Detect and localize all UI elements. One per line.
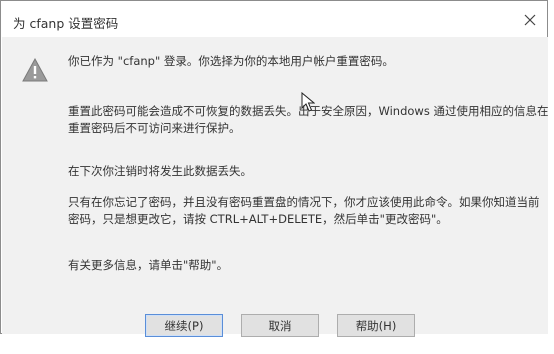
message-intro: 你已作为 "cfanp" 登录。你选择为你的本地用户帐户重置密码。 — [68, 54, 394, 68]
continue-button[interactable]: 继续(P) — [145, 314, 223, 337]
message-usage-line-1: 只有在你忘记了密码，并且没有密码重置盘的情况下，你才应该使用此命令。如果你知道当… — [68, 195, 540, 209]
set-password-dialog: 为 cfanp 设置密码 你已作为 "cfanp" 登录。你选择为你的本地用户帐… — [0, 0, 549, 337]
message-usage-line-2: 密码，只是想更改它，请按 CTRL+ALT+DELETE，然后单击"更改密码"。 — [68, 212, 448, 226]
message-warning-line-1: 重置此密码可能会造成不可恢复的数据丢失。出于安全原因，Windows 通过使用相… — [68, 104, 549, 118]
message-logoff-note: 在下次你注销时将发生此数据丢失。 — [68, 164, 252, 178]
close-icon — [524, 14, 536, 26]
message-warning-line-2: 重置密码后不可访问来进行保护。 — [68, 121, 241, 135]
help-button[interactable]: 帮助(H) — [337, 314, 415, 337]
dialog-title: 为 cfanp 设置密码 — [13, 16, 119, 31]
cancel-button[interactable]: 取消 — [241, 314, 319, 337]
close-button[interactable] — [513, 5, 547, 35]
warning-icon — [22, 58, 48, 82]
dialog-titlebar[interactable]: 为 cfanp 设置密码 — [1, 1, 547, 37]
message-help-hint: 有关更多信息，请单击"帮助"。 — [68, 258, 229, 272]
